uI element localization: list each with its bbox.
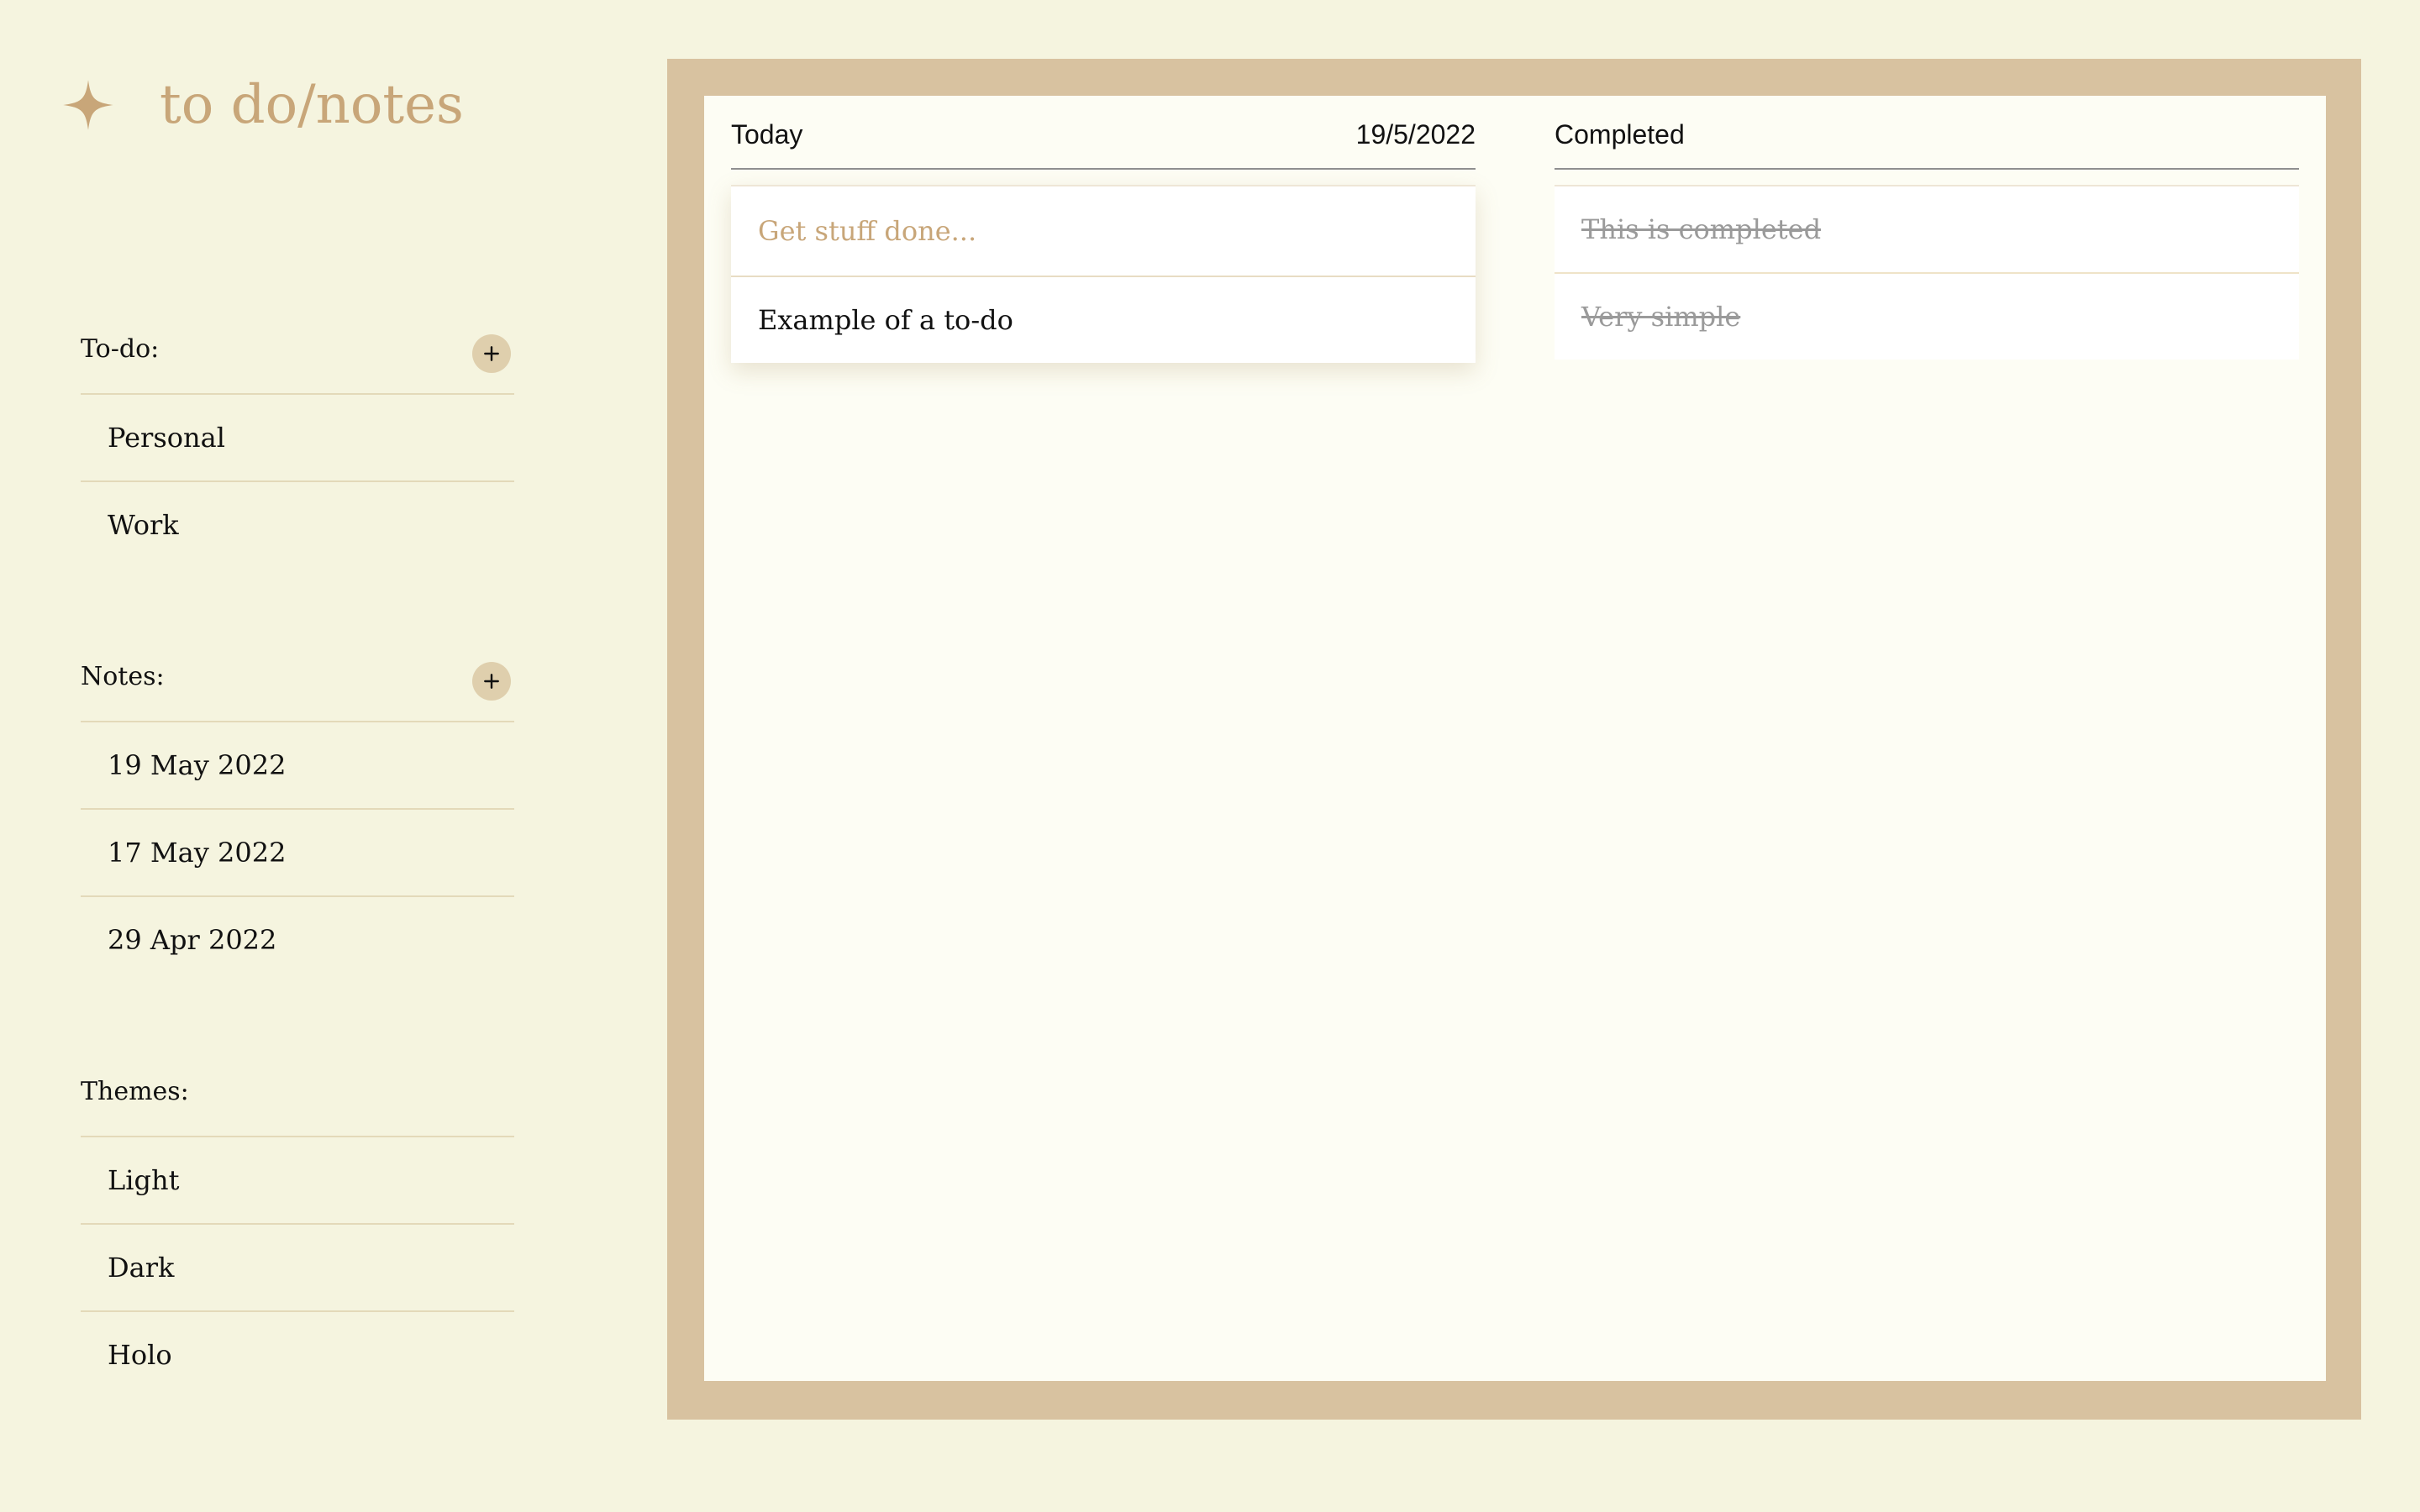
- add-note-button[interactable]: [472, 662, 511, 701]
- theme-option-light[interactable]: Light: [81, 1137, 514, 1225]
- theme-option-holo[interactable]: Holo: [81, 1312, 514, 1398]
- board: Today 19/5/2022 Example of a to-do Compl…: [704, 96, 2326, 1381]
- notes-section: Notes: 19 May 2022 17 May 2022 29 Apr 20…: [81, 633, 514, 983]
- today-column: Today 19/5/2022 Example of a to-do: [731, 96, 1476, 363]
- todo-section-label: To-do:: [81, 334, 160, 364]
- sidebar-item-work[interactable]: Work: [81, 482, 514, 568]
- completed-item[interactable]: Very simple: [1555, 274, 2299, 360]
- notes-section-header: Notes:: [81, 633, 514, 722]
- notes-section-label: Notes:: [81, 662, 165, 691]
- themes-section: Themes: Light Dark Holo: [81, 1048, 514, 1398]
- todo-card: Example of a to-do: [731, 185, 1476, 363]
- themes-section-label: Themes:: [81, 1077, 189, 1106]
- add-todo-list-button[interactable]: [472, 334, 511, 373]
- brand: to do/notes: [62, 59, 464, 151]
- new-todo-input[interactable]: [731, 185, 1476, 277]
- today-header: Today 19/5/2022: [731, 96, 1476, 170]
- todo-item[interactable]: Example of a to-do: [731, 277, 1476, 363]
- todo-section: To-do: Personal Work: [81, 306, 514, 568]
- theme-option-dark[interactable]: Dark: [81, 1225, 514, 1312]
- completed-title: Completed: [1555, 119, 1685, 150]
- today-date: 19/5/2022: [1355, 119, 1476, 150]
- today-title: Today: [731, 119, 803, 150]
- completed-list: This is completed Very simple: [1555, 185, 2299, 360]
- app-root: to do/notes To-do: Personal Work Notes: …: [0, 0, 2420, 1512]
- completed-item[interactable]: This is completed: [1555, 186, 2299, 274]
- themes-section-header: Themes:: [81, 1048, 514, 1137]
- four-point-star-icon: [63, 80, 113, 130]
- completed-header: Completed: [1555, 96, 2299, 170]
- plus-icon: [484, 674, 499, 689]
- board-frame: Today 19/5/2022 Example of a to-do Compl…: [667, 59, 2361, 1420]
- sidebar-item-personal[interactable]: Personal: [81, 395, 514, 482]
- todo-section-header: To-do:: [81, 306, 514, 395]
- sidebar-item-note-17-may[interactable]: 17 May 2022: [81, 810, 514, 897]
- completed-column: Completed This is completed Very simple: [1555, 96, 2299, 360]
- plus-icon: [484, 346, 499, 361]
- sidebar-item-note-19-may[interactable]: 19 May 2022: [81, 722, 514, 810]
- sidebar-item-note-29-apr[interactable]: 29 Apr 2022: [81, 897, 514, 983]
- app-title: to do/notes: [160, 74, 464, 136]
